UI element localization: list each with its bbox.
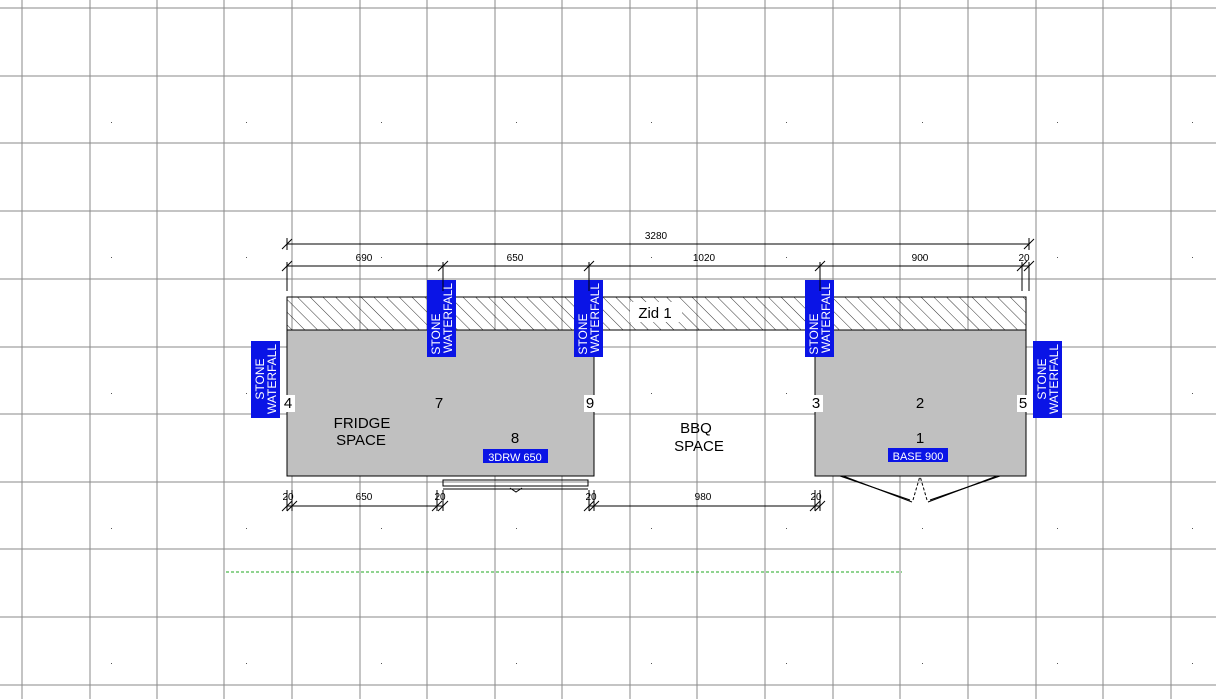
grid-dot <box>922 663 923 664</box>
grid-dot <box>111 528 112 529</box>
grid-dot <box>1192 257 1193 258</box>
waterfall-tag-right-side[interactable]: STONE WATERFALL <box>1033 341 1062 418</box>
grid-dot <box>651 257 652 258</box>
grid-dot <box>1192 122 1193 123</box>
dim-top-650: 650 <box>507 253 524 264</box>
fridge-space-label-line2: SPACE <box>336 432 386 449</box>
grid-dot <box>381 257 382 258</box>
grid-dot <box>516 663 517 664</box>
cabinet-number-3: 3 <box>812 395 820 412</box>
dim-bottom-20-b: 20 <box>434 492 446 503</box>
grid-dot <box>381 663 382 664</box>
cabinet-number-1: 1 <box>916 430 924 447</box>
cabinet-number-9: 9 <box>586 395 594 412</box>
waterfall-tag-left-side[interactable]: STONE WATERFALL <box>251 341 280 418</box>
grid-dot <box>786 528 787 529</box>
cabinet-number-4: 4 <box>284 395 292 412</box>
grid-dot <box>111 257 112 258</box>
grid-dot <box>246 528 247 529</box>
grid-dot <box>246 393 247 394</box>
tag-base-900-label: BASE 900 <box>893 451 944 463</box>
grid-dot <box>246 257 247 258</box>
dim-top-1020: 1020 <box>693 253 716 264</box>
wall-label: Zid 1 <box>638 305 671 322</box>
svg-text:WATERFALL: WATERFALL <box>265 344 279 414</box>
grid-dot <box>1057 257 1058 258</box>
dim-bottom-650: 650 <box>356 492 373 503</box>
grid-dot <box>111 393 112 394</box>
grid-dot <box>922 122 923 123</box>
cabinet-number-2: 2 <box>916 395 924 412</box>
grid-dot <box>651 528 652 529</box>
waterfall-tag-9[interactable]: STONE WATERFALL <box>574 280 603 357</box>
grid-dot <box>381 528 382 529</box>
svg-text:WATERFALL: WATERFALL <box>588 283 602 353</box>
grid-dot <box>786 122 787 123</box>
grid-dot <box>651 663 652 664</box>
tag-3drw-650-label: 3DRW 650 <box>488 452 542 464</box>
svg-text:WATERFALL: WATERFALL <box>1047 344 1061 414</box>
cabinet-number-7: 7 <box>435 395 443 412</box>
grid-dot <box>651 122 652 123</box>
grid-dot <box>786 393 787 394</box>
grid-dot <box>111 663 112 664</box>
grid-dot <box>111 122 112 123</box>
bbq-space-label-line1: BBQ <box>680 420 712 437</box>
grid-dot <box>1192 528 1193 529</box>
cabinet-number-5: 5 <box>1019 395 1027 412</box>
dim-bottom-20-d: 20 <box>810 492 822 503</box>
dim-top-20: 20 <box>1018 253 1030 264</box>
grid-dot <box>1057 528 1058 529</box>
grid-dot <box>1192 393 1193 394</box>
grid-dot <box>516 528 517 529</box>
waterfall-tag-3[interactable]: STONE WATERFALL <box>805 280 834 357</box>
grid-dot <box>786 663 787 664</box>
grid-dot <box>516 122 517 123</box>
dim-overall-3280: 3280 <box>645 231 668 242</box>
floor-plan-canvas[interactable]: Zid 1 FRIDGE SPACE BBQ SPACE 4 7 9 8 3 2… <box>0 0 1216 699</box>
dim-bottom-980: 980 <box>695 492 712 503</box>
bbq-space-label-line2: SPACE <box>674 438 724 455</box>
dim-bottom-20-c: 20 <box>585 492 597 503</box>
grid-dot <box>381 122 382 123</box>
grid-dot <box>1057 663 1058 664</box>
grid-dot <box>1192 663 1193 664</box>
door-swing-base-900 <box>839 475 1001 503</box>
dim-top-690: 690 <box>356 253 373 264</box>
grid-dot <box>1057 122 1058 123</box>
grid-dot <box>246 663 247 664</box>
svg-text:WATERFALL: WATERFALL <box>441 283 455 353</box>
grid-dot <box>922 528 923 529</box>
dim-bottom-20-a: 20 <box>282 492 294 503</box>
cabinet-number-8: 8 <box>511 430 519 447</box>
fridge-space-label-line1: FRIDGE <box>334 415 391 432</box>
grid-dot <box>651 393 652 394</box>
grid-dot <box>246 122 247 123</box>
waterfall-tag-7[interactable]: STONE WATERFALL <box>427 280 456 357</box>
svg-text:WATERFALL: WATERFALL <box>819 283 833 353</box>
grid-dot <box>786 257 787 258</box>
dim-top-900: 900 <box>912 253 929 264</box>
